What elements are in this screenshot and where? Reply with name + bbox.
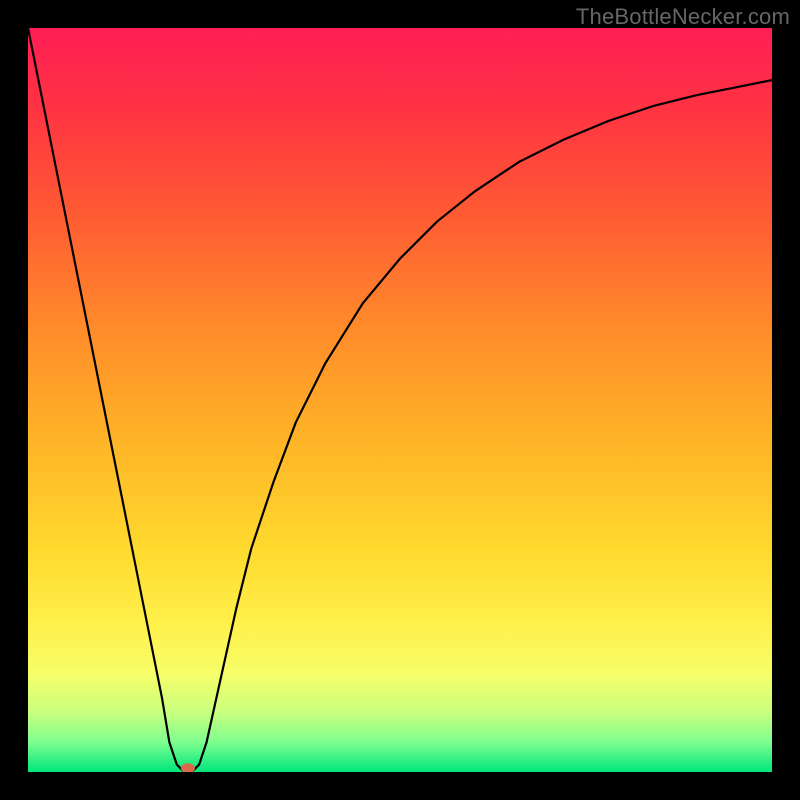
watermark-text: TheBottleNecker.com [576,4,790,30]
gradient-background [28,28,772,772]
plot-area [28,28,772,772]
chart-frame: TheBottleNecker.com [0,0,800,800]
chart-svg [28,28,772,772]
